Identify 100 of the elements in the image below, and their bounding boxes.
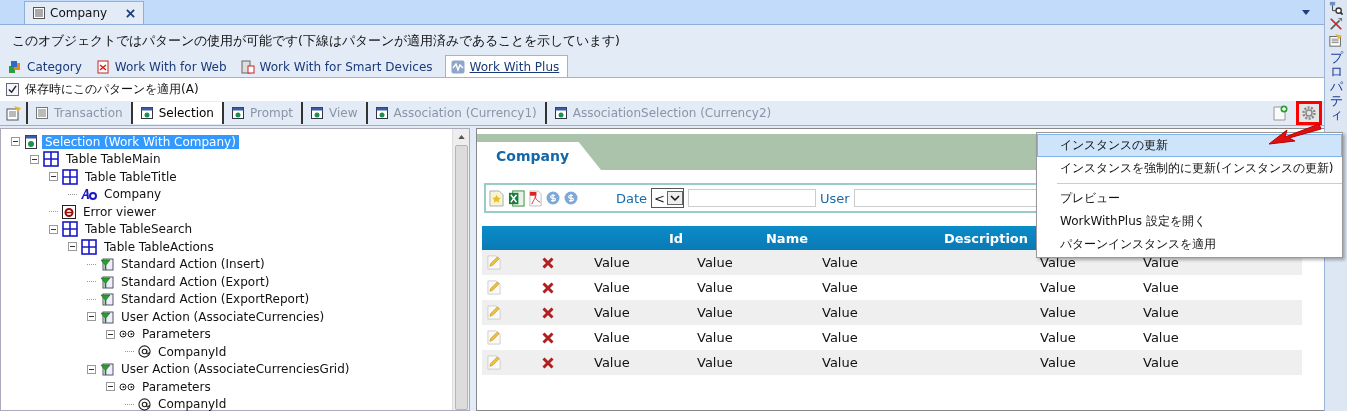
checkbox-label: 保存時にこのパターンを適用(A): [25, 81, 199, 98]
tree-node[interactable]: Parameters: [139, 327, 214, 342]
tree-node[interactable]: CompanyId: [155, 397, 230, 411]
collapse-icon[interactable]: [30, 154, 39, 164]
scroll-up-icon[interactable]: [457, 135, 465, 139]
chevron-down-icon: [667, 191, 683, 205]
table-cell-text: Value: [697, 305, 734, 320]
column-header: Description: [943, 230, 1029, 246]
settings-button[interactable]: [1296, 101, 1322, 125]
collapse-icon[interactable]: [87, 312, 96, 322]
collapse-icon[interactable]: [87, 364, 96, 374]
table-cell-text: Value: [1040, 330, 1077, 345]
document-icon: [95, 59, 110, 74]
tree-node[interactable]: Standard Action (Export): [118, 274, 273, 289]
tree-node[interactable]: User Action (AssociateCurrencies): [118, 309, 328, 324]
menu-item[interactable]: パターンインスタンスを適用: [1037, 233, 1342, 256]
spreadsheet-icon[interactable]: [508, 189, 525, 207]
pattern-tab[interactable]: Work With for Smart Devices: [238, 56, 441, 77]
date-input[interactable]: [688, 189, 816, 207]
table-cell-text: Value: [594, 280, 631, 295]
table-cell-text: Value: [1143, 255, 1180, 270]
parameters-icon: [119, 329, 135, 340]
window-icon: [375, 107, 388, 119]
window-icon: [311, 107, 324, 119]
menu-item[interactable]: インスタンスを強制的に更新(インスタンスの更新): [1037, 157, 1342, 180]
date-label: Date: [616, 190, 648, 206]
pattern-tab[interactable]: Work With for Web: [93, 56, 235, 77]
tree-node[interactable]: Company: [101, 187, 165, 202]
pdf-document-icon[interactable]: [529, 189, 542, 207]
devices-icon: [240, 59, 255, 74]
tree-node[interactable]: Table TableSearch: [82, 222, 196, 237]
grid-icon: [62, 168, 78, 185]
table-cell-text: Value: [697, 280, 734, 295]
cubes-icon: [8, 59, 22, 74]
table-cell-text: Value: [1143, 305, 1180, 320]
checkbox[interactable]: [6, 83, 19, 96]
menu-item[interactable]: WorkWithPlus 設定を開く: [1037, 210, 1342, 233]
collapse-icon[interactable]: [11, 137, 20, 147]
form-icon: [33, 7, 45, 19]
scrollbar[interactable]: [452, 129, 469, 410]
tools-icon[interactable]: [1329, 17, 1343, 31]
scroll-thumb[interactable]: [454, 145, 468, 410]
form-icon: [36, 107, 48, 119]
pattern-tab[interactable]: Category: [6, 56, 90, 77]
collapse-icon[interactable]: [68, 242, 77, 252]
column-header: Name: [766, 230, 808, 246]
table-cell-text: Value: [594, 355, 631, 370]
funnel-icon: [100, 274, 114, 289]
collapse-icon[interactable]: [49, 224, 58, 234]
at-sign-icon: [138, 345, 151, 359]
delete-icon[interactable]: [542, 281, 554, 294]
dropdown-caret-icon[interactable]: [1302, 9, 1310, 15]
tree-node[interactable]: Table TableActions: [101, 239, 217, 254]
table-cell-text: Value: [822, 255, 859, 270]
delete-icon[interactable]: [542, 331, 554, 344]
tree-node[interactable]: User Action (AssociateCurrenciesGrid): [118, 362, 353, 377]
operator-select[interactable]: <: [651, 188, 684, 208]
table-cell-text: Value: [822, 355, 859, 370]
form-icon[interactable]: [1329, 33, 1343, 47]
delete-icon[interactable]: [542, 356, 554, 369]
table-cell-text: Value: [1143, 355, 1180, 370]
new-document-icon[interactable]: [1272, 105, 1288, 121]
close-icon[interactable]: [126, 8, 136, 18]
instance-tab[interactable]: Selection: [130, 102, 222, 124]
table-cell-text: Value: [1040, 280, 1077, 295]
properties-panel-tab[interactable]: プロパティ: [1329, 51, 1343, 123]
table-cell-text: Value: [594, 330, 631, 345]
tree-node[interactable]: Table TableMain: [63, 152, 164, 167]
window-icon: [140, 107, 153, 119]
tree-node[interactable]: Standard Action (Insert): [118, 257, 268, 272]
delete-icon[interactable]: [542, 256, 554, 269]
at-sign-icon: [138, 397, 151, 411]
table-cell-text: Value: [1040, 305, 1077, 320]
table-cell-text: Value: [1040, 355, 1077, 370]
table-cell-text: Value: [822, 280, 859, 295]
tree-node[interactable]: Standard Action (ExportReport): [118, 292, 313, 307]
grid-icon: [43, 151, 59, 168]
table-cell-text: Value: [822, 330, 859, 345]
collapse-icon[interactable]: [49, 172, 58, 182]
window-icon: [554, 107, 567, 119]
collapse-icon[interactable]: [106, 382, 115, 392]
table-cell-text: Value: [697, 255, 734, 270]
table-cell-text: Value: [594, 305, 631, 320]
menu-item[interactable]: インスタンスの更新: [1037, 134, 1342, 157]
pattern-tab[interactable]: Work With Plus: [444, 55, 569, 77]
window-icon: [231, 107, 244, 119]
tree-node[interactable]: CompanyId: [155, 344, 230, 359]
menu-item[interactable]: プレビュー: [1037, 187, 1342, 210]
error-icon: [62, 204, 76, 219]
tree-node[interactable]: Table TableTitle: [82, 169, 180, 184]
tree-node[interactable]: Parameters: [139, 379, 214, 394]
delete-icon[interactable]: [542, 306, 554, 319]
search-diagram-icon[interactable]: [1329, 1, 1343, 15]
grid-icon: [62, 221, 78, 238]
tree-node[interactable]: Error viewer: [80, 204, 159, 219]
document-tab[interactable]: Company: [24, 1, 145, 24]
collapse-icon[interactable]: [106, 329, 115, 339]
table-cell-text: Value: [594, 255, 631, 270]
table-cell-text: Value: [1143, 280, 1180, 295]
properties-icon[interactable]: [6, 105, 22, 121]
